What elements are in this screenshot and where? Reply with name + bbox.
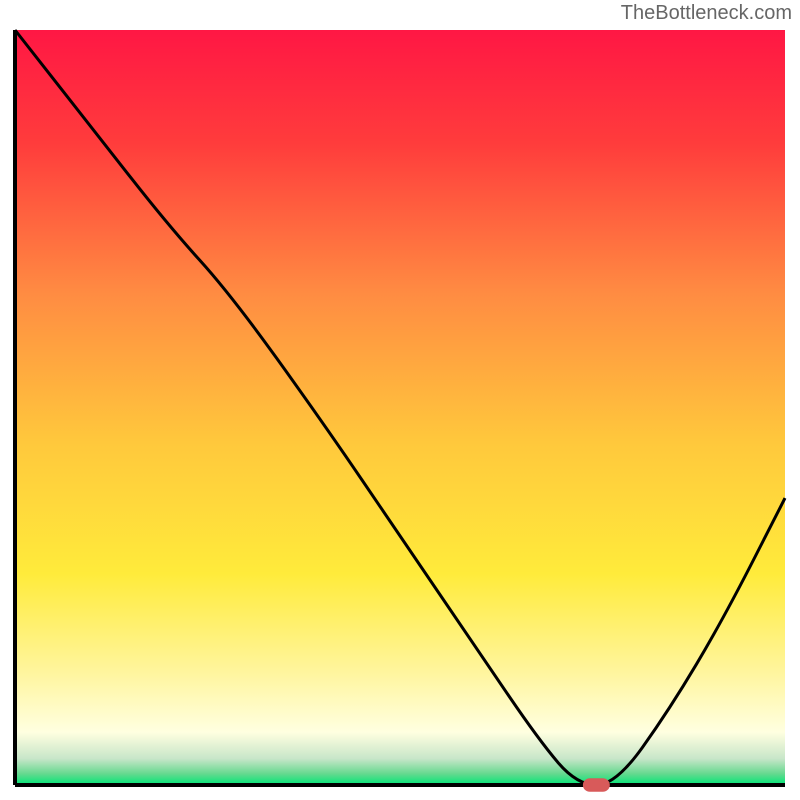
optimal-marker <box>583 778 610 792</box>
plot-background <box>15 30 785 785</box>
bottleneck-chart: TheBottleneck.com <box>0 0 800 800</box>
watermark-text: TheBottleneck.com <box>621 2 792 25</box>
chart-svg <box>0 0 800 800</box>
